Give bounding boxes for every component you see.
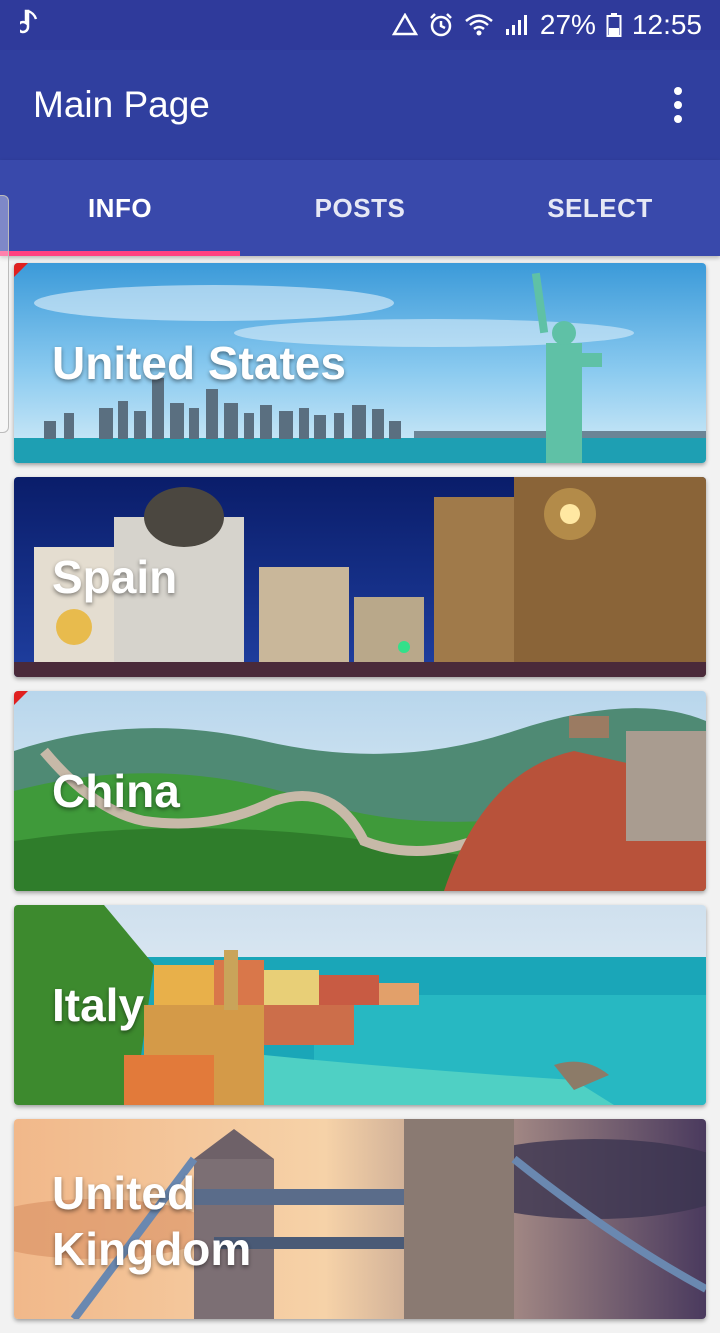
country-card-spain[interactable]: Spain [14, 477, 706, 677]
app-bar: Main Page [0, 50, 720, 160]
corner-flag [14, 263, 28, 277]
country-card-united-kingdom[interactable]: United Kingdom [14, 1119, 706, 1319]
battery-icon [606, 12, 622, 38]
status-left [16, 9, 42, 42]
tab-bar: INFO POSTS SELECT [0, 160, 720, 256]
more-vert-icon-dot [674, 115, 682, 123]
edge-panel-handle[interactable] [0, 195, 9, 433]
status-right: 27% 12:55 [391, 9, 702, 41]
tab-info[interactable]: INFO [0, 160, 240, 256]
wifi-icon [464, 13, 494, 37]
status-bar: 27% 12:55 [0, 0, 720, 50]
page-title: Main Page [33, 84, 210, 125]
more-vert-icon-dot [674, 101, 682, 109]
country-name: China [52, 765, 180, 817]
country-name: Spain [52, 551, 178, 603]
alarm-icon [428, 12, 454, 38]
country-card-italy[interactable]: Italy [14, 905, 706, 1105]
more-vert-icon [674, 87, 682, 95]
country-list: United States Spain China Italy United K… [14, 263, 706, 1333]
tab-select[interactable]: SELECT [480, 160, 720, 256]
country-name: Italy [52, 979, 145, 1031]
signal-icon [504, 13, 530, 37]
country-name: United States [52, 337, 346, 389]
music-note-icon [16, 9, 42, 42]
tab-posts[interactable]: POSTS [240, 160, 480, 256]
country-name: United Kingdom [52, 1167, 252, 1275]
recycle-icon [391, 13, 418, 37]
status-time: 12:55 [631, 9, 702, 40]
more-options-button[interactable] [658, 77, 698, 133]
battery-percent: 27% [539, 9, 596, 40]
corner-flag [14, 691, 28, 705]
country-card-china[interactable]: China [14, 691, 706, 891]
country-card-united-states[interactable]: United States [14, 263, 706, 463]
